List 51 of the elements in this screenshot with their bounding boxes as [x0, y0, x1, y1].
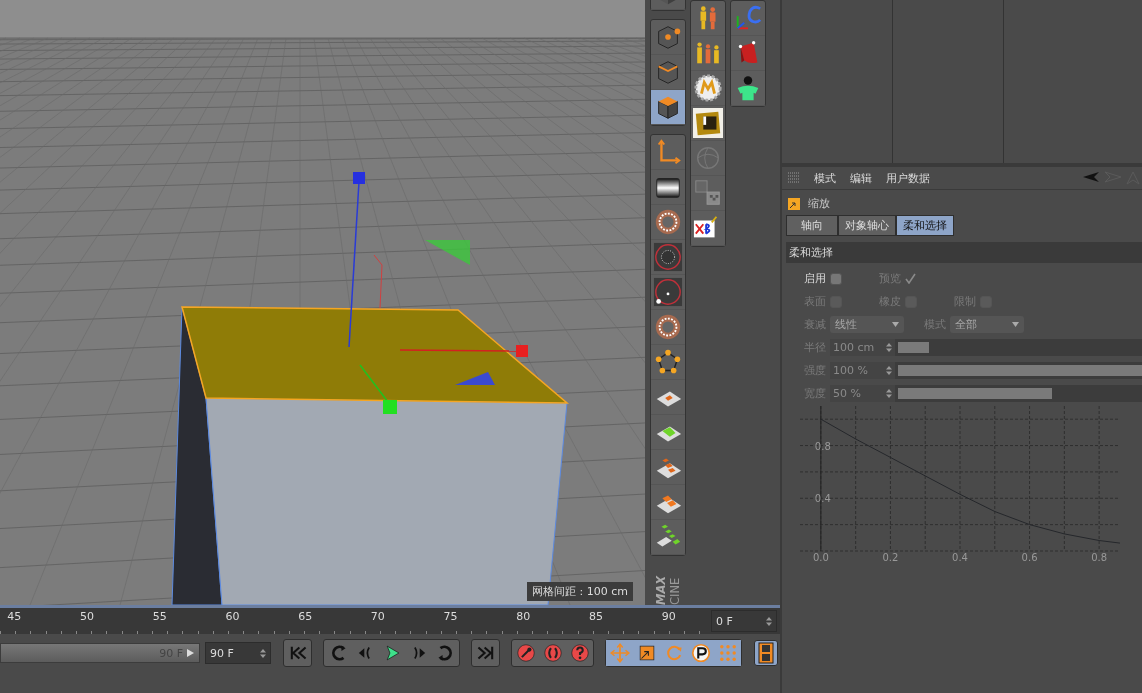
logo-text: CINE — [667, 577, 682, 605]
field-label: 启用 — [804, 271, 826, 286]
menu-item[interactable]: 编辑 — [850, 170, 872, 186]
caret-icon — [892, 322, 899, 327]
grid-spacing-label: 网格间距 : 100 cm — [527, 582, 633, 601]
crate-icon[interactable] — [691, 106, 725, 141]
menu-item[interactable]: 模式 — [814, 170, 836, 186]
film-strip-button[interactable] — [754, 640, 778, 666]
logo-text: MAX — [654, 575, 669, 605]
gear-badge-icon[interactable] — [691, 71, 725, 106]
parameter-icon — [689, 642, 712, 664]
record-key-icon — [514, 642, 537, 664]
current-frame-field[interactable]: 0 F — [711, 610, 777, 632]
object-name: 缩放 — [808, 196, 830, 211]
frame-number: 70 — [369, 609, 386, 623]
frame-number: 45 — [6, 609, 23, 623]
film-strip-icon — [758, 642, 774, 664]
x-tick-label: 0.0 — [812, 552, 829, 563]
frame-number: 60 — [224, 609, 241, 623]
play-arrow-icon — [187, 649, 194, 657]
ring-dot-icon[interactable] — [651, 275, 685, 310]
spinner-icon[interactable] — [766, 616, 772, 626]
frame-number: 65 — [297, 609, 314, 623]
checkbox[interactable] — [830, 272, 842, 285]
frame-number: 90 — [660, 609, 677, 623]
y-tick-label: 0.8 — [814, 440, 831, 452]
tab[interactable]: 轴向 — [786, 215, 838, 236]
caret-icon — [1012, 322, 1019, 327]
auto-key-icon — [541, 642, 564, 664]
frame-number: 55 — [151, 609, 168, 623]
end-frame-field[interactable]: 90 F — [205, 642, 271, 664]
frame-number: 80 — [515, 609, 532, 623]
tab[interactable]: 柔和选择 — [896, 215, 954, 236]
cube-polygon-icon[interactable] — [651, 90, 685, 125]
x-tick-label: 0.6 — [1021, 552, 1038, 563]
scale-icon — [788, 197, 800, 210]
x-tick-label: 0.8 — [1091, 552, 1108, 563]
tab[interactable]: 对象轴心 — [838, 215, 896, 236]
menu-item[interactable]: 用户数据 — [886, 170, 930, 186]
move-icon — [608, 642, 631, 664]
section-header: 柔和选择 — [786, 242, 1142, 263]
frame-number: 50 — [79, 609, 96, 623]
frame-number: 85 — [587, 609, 604, 623]
x-tick-label: 0.4 — [952, 552, 968, 563]
grip-icon[interactable] — [788, 172, 800, 184]
y-tick-label: 0.4 — [814, 493, 831, 505]
x-tick-label: 0.2 — [882, 552, 899, 563]
help-icon — [568, 642, 591, 664]
frame-number: 75 — [442, 609, 459, 623]
spinner-icon[interactable] — [260, 648, 266, 658]
back-arrow-icon[interactable] — [1082, 171, 1100, 183]
